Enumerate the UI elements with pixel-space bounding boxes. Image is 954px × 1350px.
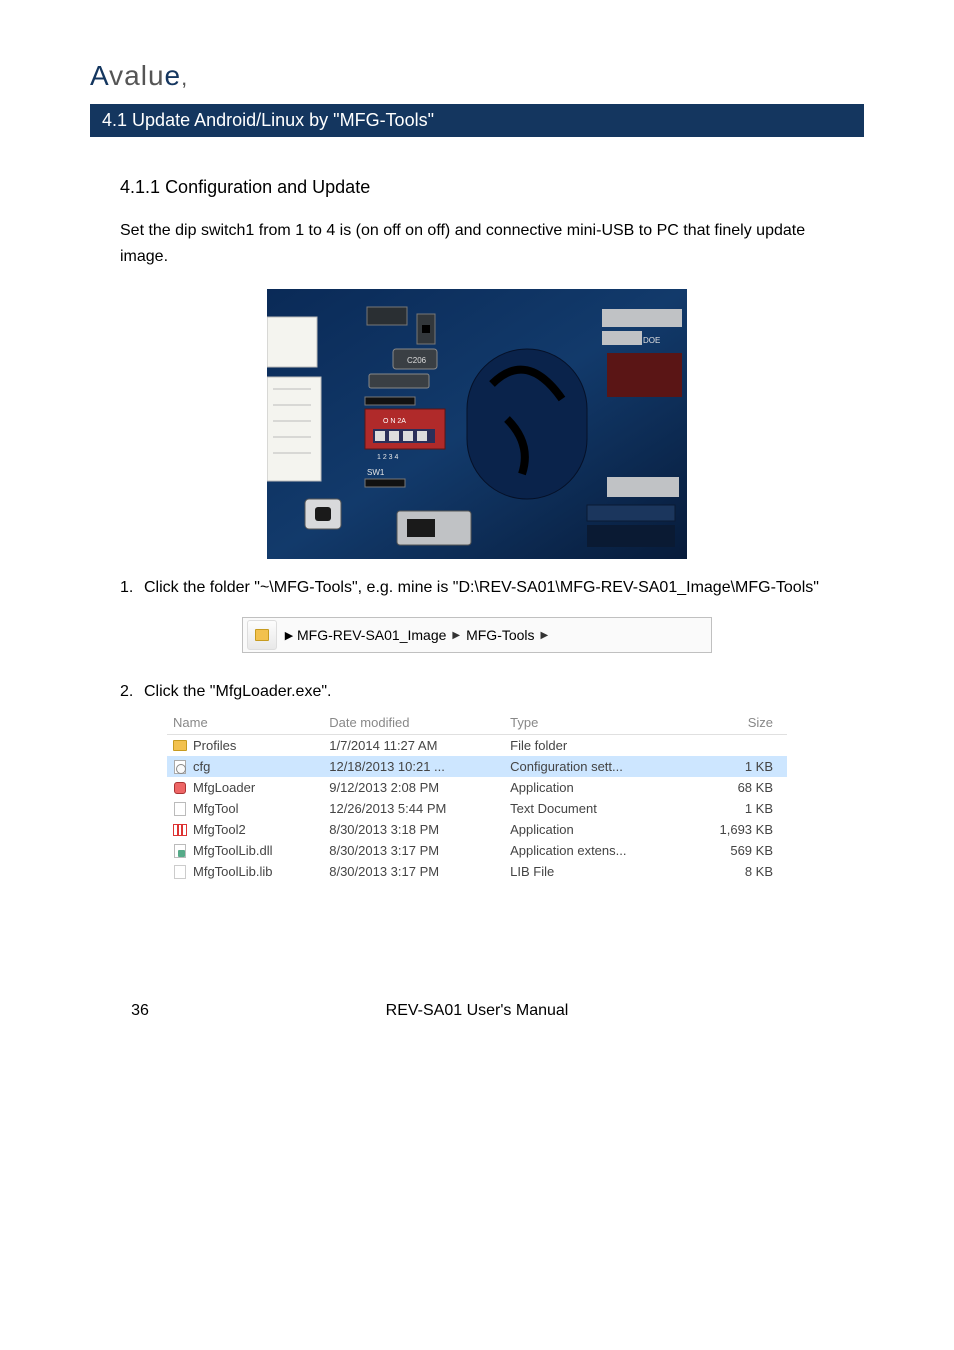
file-icon [173, 739, 187, 753]
column-header-type[interactable]: Type [504, 711, 684, 735]
breadcrumb-chevron-icon: ▶ [535, 630, 555, 641]
file-size: 68 KB [684, 777, 787, 798]
svg-text:O N 2A: O N 2A [383, 418, 406, 425]
file-name: MfgToolLib.dll [193, 843, 273, 858]
file-type: Configuration sett... [504, 756, 684, 777]
brand-logo: Avalue, [90, 60, 864, 92]
file-name: MfgLoader [193, 780, 255, 795]
file-name: MfgTool [193, 801, 239, 816]
breadcrumb-item[interactable]: MFG-REV-SA01_Image [297, 627, 446, 643]
breadcrumb-item[interactable]: MFG-Tools [466, 627, 534, 643]
table-row[interactable]: MfgTool 12/26/2013 5:44 PMText Document1 … [167, 798, 787, 819]
file-size: 1 KB [684, 798, 787, 819]
file-date: 8/30/2013 3:17 PM [323, 861, 504, 882]
file-name: cfg [193, 759, 210, 774]
file-date: 8/30/2013 3:17 PM [323, 840, 504, 861]
step-2: 2. Click the "MfgLoader.exe". [120, 683, 864, 701]
file-size [684, 735, 787, 757]
file-icon [173, 802, 187, 816]
table-row[interactable]: MfgLoader 9/12/2013 2:08 PMApplication68 … [167, 777, 787, 798]
explorer-breadcrumb: ▶ MFG-REV-SA01_Image ▶ MFG-Tools ▶ [242, 617, 712, 653]
file-type: LIB File [504, 861, 684, 882]
file-type: Application [504, 777, 684, 798]
file-type: Application extens... [504, 840, 684, 861]
footer-text: REV-SA01 User's Manual [160, 1002, 794, 1020]
file-date: 12/18/2013 10:21 ... [323, 756, 504, 777]
file-date: 12/26/2013 5:44 PM [323, 798, 504, 819]
file-icon [173, 760, 187, 774]
breadcrumb-chevron-icon[interactable]: ▶ [281, 621, 297, 649]
svg-text:DOE: DOE [643, 336, 660, 345]
file-icon [173, 865, 187, 879]
folder-icon [255, 629, 269, 641]
svg-text:SW1: SW1 [367, 468, 385, 477]
back-button[interactable] [247, 620, 277, 650]
board-photo: C206 O N 2A 1 2 3 4 SW1 DOE [267, 289, 687, 559]
file-icon [173, 823, 187, 837]
step-1: 1. Click the folder "~\MFG-Tools", e.g. … [120, 579, 864, 597]
file-type: Text Document [504, 798, 684, 819]
section-title: Update Android/Linux by "MFG-Tools" [132, 110, 434, 130]
column-header-date[interactable]: Date modified [323, 711, 504, 735]
table-row[interactable]: Profiles 1/7/2014 11:27 AMFile folder [167, 735, 787, 757]
section-number: 4.1 [102, 110, 127, 130]
file-size: 1 KB [684, 756, 787, 777]
file-icon [173, 844, 187, 858]
file-name: Profiles [193, 738, 236, 753]
breadcrumb-chevron-icon: ▶ [446, 630, 466, 641]
file-date: 9/12/2013 2:08 PM [323, 777, 504, 798]
section-header-bar: 4.1 Update Android/Linux by "MFG-Tools" [90, 104, 864, 137]
file-date: 8/30/2013 3:18 PM [323, 819, 504, 840]
subsection-heading: 4.1.1 Configuration and Update [90, 177, 864, 198]
page-footer: 36 REV-SA01 User's Manual [90, 1002, 864, 1020]
table-row[interactable]: MfgTool2 8/30/2013 3:18 PMApplication1,69… [167, 819, 787, 840]
column-header-size[interactable]: Size [684, 711, 787, 735]
svg-text:1 2 3 4: 1 2 3 4 [377, 454, 399, 461]
file-size: 8 KB [684, 861, 787, 882]
file-size: 569 KB [684, 840, 787, 861]
body-paragraph: Set the dip switch1 from 1 to 4 is (on o… [90, 218, 864, 269]
file-name: MfgTool2 [193, 822, 246, 837]
page-number: 36 [120, 1002, 160, 1020]
table-row[interactable]: MfgToolLib.lib 8/30/2013 3:17 PMLIB File8… [167, 861, 787, 882]
file-size: 1,693 KB [684, 819, 787, 840]
file-listing-table: Name Date modified Type Size Profiles 1/7… [167, 711, 787, 882]
svg-text:C206: C206 [407, 356, 427, 365]
file-name: MfgToolLib.lib [193, 864, 273, 879]
file-date: 1/7/2014 11:27 AM [323, 735, 504, 757]
column-header-name[interactable]: Name [167, 711, 323, 735]
file-type: File folder [504, 735, 684, 757]
file-icon [173, 781, 187, 795]
file-type: Application [504, 819, 684, 840]
table-row[interactable]: MfgToolLib.dll 8/30/2013 3:17 PMApplicati… [167, 840, 787, 861]
table-row[interactable]: cfg 12/18/2013 10:21 ...Configuration set… [167, 756, 787, 777]
